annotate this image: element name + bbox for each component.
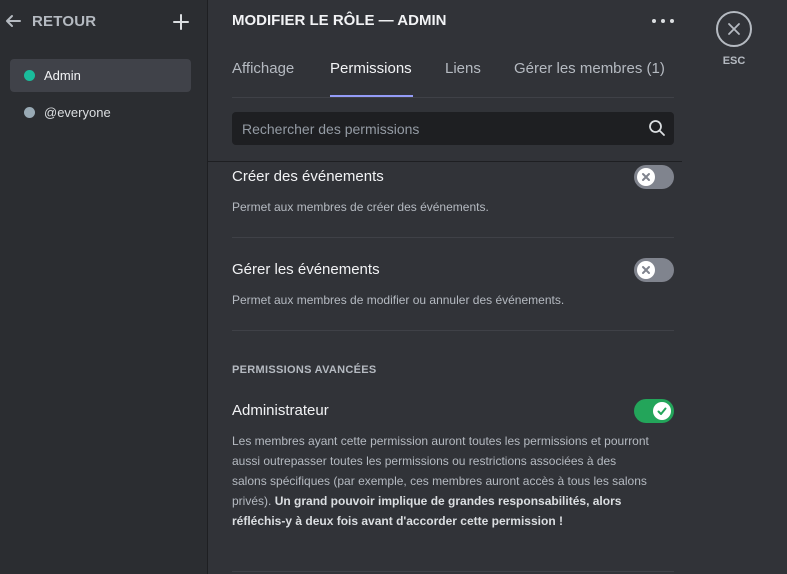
description-warning: Un grand pouvoir implique de grandes res…: [232, 494, 622, 528]
section-title: PERMISSIONS AVANCÉES: [232, 364, 377, 376]
close-icon: [642, 173, 650, 181]
dot-icon: [652, 19, 656, 23]
role-editor: MODIFIER LE RÔLE — ADMIN Affichage Permi…: [208, 0, 708, 574]
page-title: MODIFIER LE RÔLE — ADMIN: [232, 12, 447, 29]
search-icon: [649, 120, 665, 136]
esc-circle: [716, 11, 752, 47]
permission-name: Administrateur: [232, 402, 329, 419]
divider: [232, 330, 674, 331]
tab-permissions[interactable]: Permissions: [330, 60, 412, 77]
arrow-left-icon: [6, 15, 21, 27]
active-tab-indicator: [330, 95, 413, 97]
permission-name: Créer des événements: [232, 168, 384, 185]
toggle-knob: [637, 261, 655, 279]
permission-description: Les membres ayant cette permission auron…: [232, 431, 652, 531]
search-input[interactable]: [232, 112, 632, 145]
role-label: Admin: [44, 68, 81, 83]
tab-liens[interactable]: Liens: [445, 60, 481, 77]
role-color-dot: [24, 70, 35, 81]
close-button[interactable]: ESC: [716, 11, 752, 71]
permission-description: Permet aux membres de modifier ou annule…: [232, 293, 565, 307]
toggle-create-events[interactable]: [634, 165, 674, 189]
toggle-knob: [637, 168, 655, 186]
role-item-everyone[interactable]: @everyone: [10, 96, 191, 129]
dot-icon: [661, 19, 665, 23]
more-options-button[interactable]: [652, 12, 674, 30]
divider: [232, 237, 674, 238]
close-icon: [728, 23, 740, 35]
tab-affichage[interactable]: Affichage: [232, 60, 294, 77]
esc-label: ESC: [722, 55, 746, 67]
dot-icon: [670, 19, 674, 23]
tab-bar: Affichage Permissions Liens Gérer les me…: [232, 52, 674, 98]
toggle-knob: [653, 402, 671, 420]
back-label: RETOUR: [32, 12, 97, 30]
role-color-dot: [24, 107, 35, 118]
close-icon: [642, 266, 650, 274]
back-button[interactable]: RETOUR: [4, 12, 96, 30]
scroll-edge-divider: [208, 161, 682, 162]
toggle-manage-events[interactable]: [634, 258, 674, 282]
permission-description: Permet aux membres de créer des événemen…: [232, 200, 489, 214]
search-bar: [232, 112, 674, 145]
tab-gerer-membres[interactable]: Gérer les membres (1): [514, 60, 665, 77]
role-label: @everyone: [44, 105, 111, 120]
plus-icon[interactable]: [170, 11, 192, 33]
toggle-administrator[interactable]: [634, 399, 674, 423]
role-item-admin[interactable]: Admin: [10, 59, 191, 92]
roles-sidebar: RETOUR Admin @everyone: [0, 0, 208, 574]
divider: [232, 571, 674, 572]
check-icon: [657, 407, 667, 415]
permission-name: Gérer les événements: [232, 261, 380, 278]
